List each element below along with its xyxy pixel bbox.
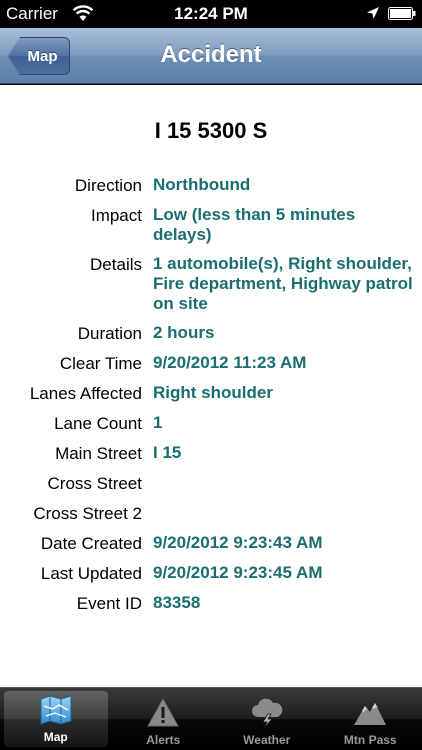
tab-mtn-pass[interactable]: Mtn Pass: [319, 688, 422, 750]
detail-row-lanes-affected: Lanes Affected Right shoulder: [0, 383, 422, 404]
detail-label: Date Created: [40, 534, 142, 553]
detail-value: 9/20/2012 9:23:43 AM: [153, 533, 323, 552]
detail-label: Cross Street: [47, 474, 142, 493]
page-title: Accident: [160, 41, 262, 68]
detail-value: [153, 473, 415, 494]
battery-icon: [388, 7, 416, 20]
detail-value: 2 hours: [153, 323, 215, 342]
detail-label: Main Street: [55, 444, 142, 463]
map-icon: [40, 695, 72, 725]
detail-value: 1: [153, 413, 163, 432]
detail-row-lane-count: Lane Count 1: [0, 413, 422, 434]
detail-value: 9/20/2012 11:23 AM: [153, 353, 307, 372]
detail-label: Impact: [90, 206, 142, 225]
detail-row-duration: Duration 2 hours: [0, 323, 422, 344]
tab-bar: Map Alerts Weather Mtn Pass: [0, 687, 422, 750]
detail-label: Direction: [74, 176, 142, 195]
detail-label: Cross Street 2: [33, 504, 142, 523]
detail-row-clear-time: Clear Time 9/20/2012 11:23 AM: [0, 353, 422, 374]
tab-label: Alerts: [146, 733, 181, 747]
detail-label: Lanes Affected: [29, 384, 142, 403]
detail-rows: Direction Northbound Impact Low (less th…: [0, 175, 422, 623]
detail-row-date-created: Date Created 9/20/2012 9:23:43 AM: [0, 533, 422, 554]
detail-value: I 15: [153, 443, 182, 462]
detail-label: Lane Count: [54, 414, 142, 433]
detail-row-event-id: Event ID 83358: [0, 593, 422, 614]
tab-alerts[interactable]: Alerts: [112, 688, 216, 750]
detail-row-cross-street-2: Cross Street 2: [0, 503, 422, 524]
detail-row-cross-street: Cross Street: [0, 473, 422, 494]
detail-label: Event ID: [76, 594, 142, 613]
tab-weather[interactable]: Weather: [215, 688, 319, 750]
detail-row-details: Details 1 automobile(s), Right shoulder,…: [0, 254, 422, 314]
incident-location-heading: I 15 5300 S: [154, 118, 268, 143]
warning-icon: [147, 697, 180, 727]
detail-label: Clear Time: [59, 354, 142, 373]
detail-label: Duration: [77, 324, 142, 343]
detail-value: Right shoulder: [153, 383, 273, 402]
detail-label: Details: [90, 255, 142, 274]
detail-value: [153, 503, 415, 524]
detail-label: Last Updated: [40, 564, 142, 583]
tab-map[interactable]: Map: [4, 691, 108, 747]
detail-value: Northbound: [153, 175, 251, 194]
detail-value: Low (less than 5 minutes delays): [153, 205, 356, 244]
location-arrow-icon: [367, 7, 379, 19]
tab-label: Weather: [243, 733, 291, 747]
detail-row-last-updated: Last Updated 9/20/2012 9:23:45 AM: [0, 563, 422, 584]
tab-label: Map: [43, 730, 68, 744]
tab-label: Mtn Pass: [343, 733, 397, 747]
status-bar: Carrier 12:24 PM: [0, 0, 422, 28]
mountain-icon: [354, 703, 387, 725]
detail-value: 83358: [153, 593, 201, 612]
detail-value: 1 automobile(s), Right shoulder, Fire de…: [153, 254, 413, 313]
navigation-bar: Map Accident: [0, 28, 422, 84]
clock-time: 12:24 PM: [174, 4, 248, 23]
detail-row-main-street: Main Street I 15: [0, 443, 422, 464]
detail-row-direction: Direction Northbound: [0, 175, 422, 196]
detail-content[interactable]: I 15 5300 S Direction Northbound Impact …: [0, 85, 422, 687]
detail-row-impact: Impact Low (less than 5 minutes delays): [0, 205, 422, 245]
storm-cloud-icon: [251, 698, 283, 729]
detail-value: 9/20/2012 9:23:45 AM: [153, 563, 323, 582]
